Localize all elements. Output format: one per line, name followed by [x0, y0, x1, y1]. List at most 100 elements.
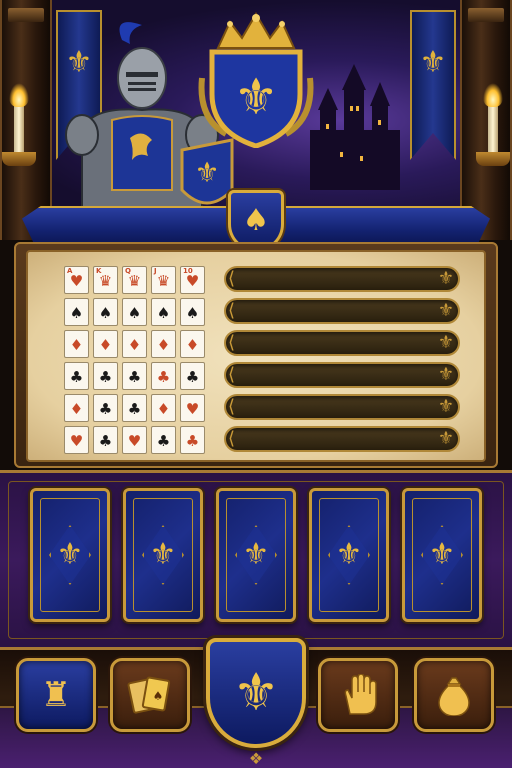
candle-holder [2, 152, 36, 166]
hand-card[interactable]: ⚜ [30, 488, 110, 622]
deal-button[interactable]: ⚜ [206, 638, 306, 748]
mini-card: Q ♛ [122, 266, 147, 294]
svg-text:⚜: ⚜ [194, 156, 219, 189]
card-rank: J [154, 267, 157, 275]
mini-card: ♦ [180, 330, 205, 358]
mini-card: ♣ [122, 394, 147, 422]
card-suit: ♦ [185, 336, 200, 354]
card-suit: ♠ [69, 304, 84, 322]
mini-card: ♦ [151, 394, 176, 422]
hand-card[interactable]: ⚜ [123, 488, 203, 622]
fleur-de-lis-icon: ⚜ [149, 537, 177, 572]
fleur-de-lis-icon: ⚜ [419, 45, 447, 80]
hand-card[interactable]: ⚜ [309, 488, 389, 622]
player-hand: ⚜ ⚜ ⚜ ⚜ ⚜ [30, 488, 482, 622]
mini-card: ♠ [151, 298, 176, 326]
card-suit: ♦ [98, 336, 113, 354]
fleur-de-lis-icon: ⚜ [437, 332, 454, 353]
fleur-de-lis-icon: ⚜ [242, 537, 270, 572]
cards-button[interactable]: ♠ [110, 658, 190, 732]
hand-card[interactable]: ⚜ [402, 488, 482, 622]
scroll-ornament-icon: ⟨ [228, 396, 236, 417]
mini-card: 10 ♥ [180, 266, 205, 294]
scroll-ornament-icon: ⟨ [228, 300, 236, 321]
mini-card: ♦ [64, 394, 89, 422]
paytable-panel: A ♥ K ♛ Q ♛ J ♛ 10 ♥ ♠ ♠ ♠ ♠ ♠ ♦ ♦ ♦ ♦ ♦ ♣ ♣ ♣ ♣ ♣ ♦ ♣ ♣ ♦ ♥ ♥ ♣ ♥ ♣ ♣ ⟨ ⚜ ⟨… [26, 250, 486, 462]
card-suit: ♛ [156, 272, 171, 290]
left-pillar [0, 0, 52, 240]
hand-card[interactable]: ⚜ [216, 488, 296, 622]
card-suit: ♣ [98, 400, 113, 418]
mini-card: J ♛ [151, 266, 176, 294]
card-suit: ♣ [127, 368, 142, 386]
card-suit: ♣ [69, 368, 84, 386]
mini-card: ♥ [180, 394, 205, 422]
bag-button[interactable] [414, 658, 494, 732]
hold-button[interactable] [318, 658, 398, 732]
hand-icon [344, 674, 377, 715]
paytable-row: ♣ ♣ ♣ ♣ ♣ [64, 362, 205, 390]
card-suit: ♦ [127, 336, 142, 354]
mini-card: ♠ [64, 298, 89, 326]
payout-bar: ⟨ ⚜ [224, 394, 460, 420]
fleur-de-lis-icon: ⚜ [428, 537, 456, 572]
svg-text:♠: ♠ [153, 689, 164, 703]
card-suit: ♠ [98, 304, 113, 322]
fleur-de-lis-icon: ⚜ [437, 396, 454, 417]
candle-holder [476, 152, 510, 166]
mini-card: ♣ [93, 362, 118, 390]
mini-card: ♣ [180, 362, 205, 390]
mini-card: ♦ [151, 330, 176, 358]
mini-card: ♥ [64, 426, 89, 454]
card-suit: ♣ [185, 368, 200, 386]
royal-crest: ⚜ [198, 12, 314, 148]
card-suit: ♣ [156, 432, 171, 450]
fleur-de-lis-icon: ⚜ [437, 364, 454, 385]
fleur-de-lis-icon: ⚜ [437, 268, 454, 289]
cards-icon: ♠ [127, 676, 171, 714]
paytable-hands: A ♥ K ♛ Q ♛ J ♛ 10 ♥ ♠ ♠ ♠ ♠ ♠ ♦ ♦ ♦ ♦ ♦ ♣ ♣ ♣ ♣ ♣ ♦ ♣ ♣ ♦ ♥ ♥ ♣ ♥ ♣ ♣ [64, 266, 205, 458]
mini-card: ♣ [93, 426, 118, 454]
card-suit: ♥ [69, 432, 84, 450]
card-rank: 10 [183, 267, 193, 275]
paytable-row: ♦ ♦ ♦ ♦ ♦ [64, 330, 205, 358]
fleur-de-lis-icon: ⚜ [232, 663, 280, 723]
card-suit: ♦ [156, 336, 171, 354]
card-suit: ♥ [185, 400, 200, 418]
paytable-row: ♥ ♣ ♥ ♣ ♣ [64, 426, 205, 454]
paytable-payouts: ⟨ ⚜ ⟨ ⚜ ⟨ ⚜ ⟨ ⚜ ⟨ ⚜ ⟨ ⚜ [224, 266, 460, 458]
card-suit: ♣ [156, 368, 171, 386]
mini-card: ♥ [122, 426, 147, 454]
castle-button[interactable]: ♜ [16, 658, 96, 732]
mini-card: ♣ [151, 426, 176, 454]
mini-card: K ♛ [93, 266, 118, 294]
card-suit: ♦ [69, 336, 84, 354]
right-banner: ⚜ [410, 10, 456, 160]
card-suit: ♠ [127, 304, 142, 322]
card-suit: ♣ [185, 432, 200, 450]
mini-card: ♣ [180, 426, 205, 454]
fleur-de-lis-icon: ⚜ [56, 537, 84, 572]
card-rank: K [96, 267, 102, 275]
card-suit: ♦ [156, 400, 171, 418]
card-suit: ♥ [127, 432, 142, 450]
mini-card: ♠ [180, 298, 205, 326]
card-suit: ♣ [127, 400, 142, 418]
scroll-ornament-icon: ⟨ [228, 364, 236, 385]
castle-icon: ♜ [40, 675, 72, 715]
card-suit: ♣ [98, 368, 113, 386]
card-suit: ♣ [98, 432, 113, 450]
candle-icon [9, 83, 29, 155]
mini-card: ♣ [122, 362, 147, 390]
paytable-row: ♠ ♠ ♠ ♠ ♠ [64, 298, 205, 326]
payout-bar: ⟨ ⚜ [224, 330, 460, 356]
ornament-icon: ❖ [248, 749, 264, 768]
scroll-ornament-icon: ⟨ [228, 332, 236, 353]
paytable-row: A ♥ K ♛ Q ♛ J ♛ 10 ♥ [64, 266, 205, 294]
mini-card: ♣ [151, 362, 176, 390]
fleur-de-lis-icon: ⚜ [437, 300, 454, 321]
payout-bar: ⟨ ⚜ [224, 266, 460, 292]
castle-silhouette [310, 64, 400, 190]
fleur-de-lis-icon: ⚜ [437, 428, 454, 449]
candle-icon [483, 83, 503, 155]
